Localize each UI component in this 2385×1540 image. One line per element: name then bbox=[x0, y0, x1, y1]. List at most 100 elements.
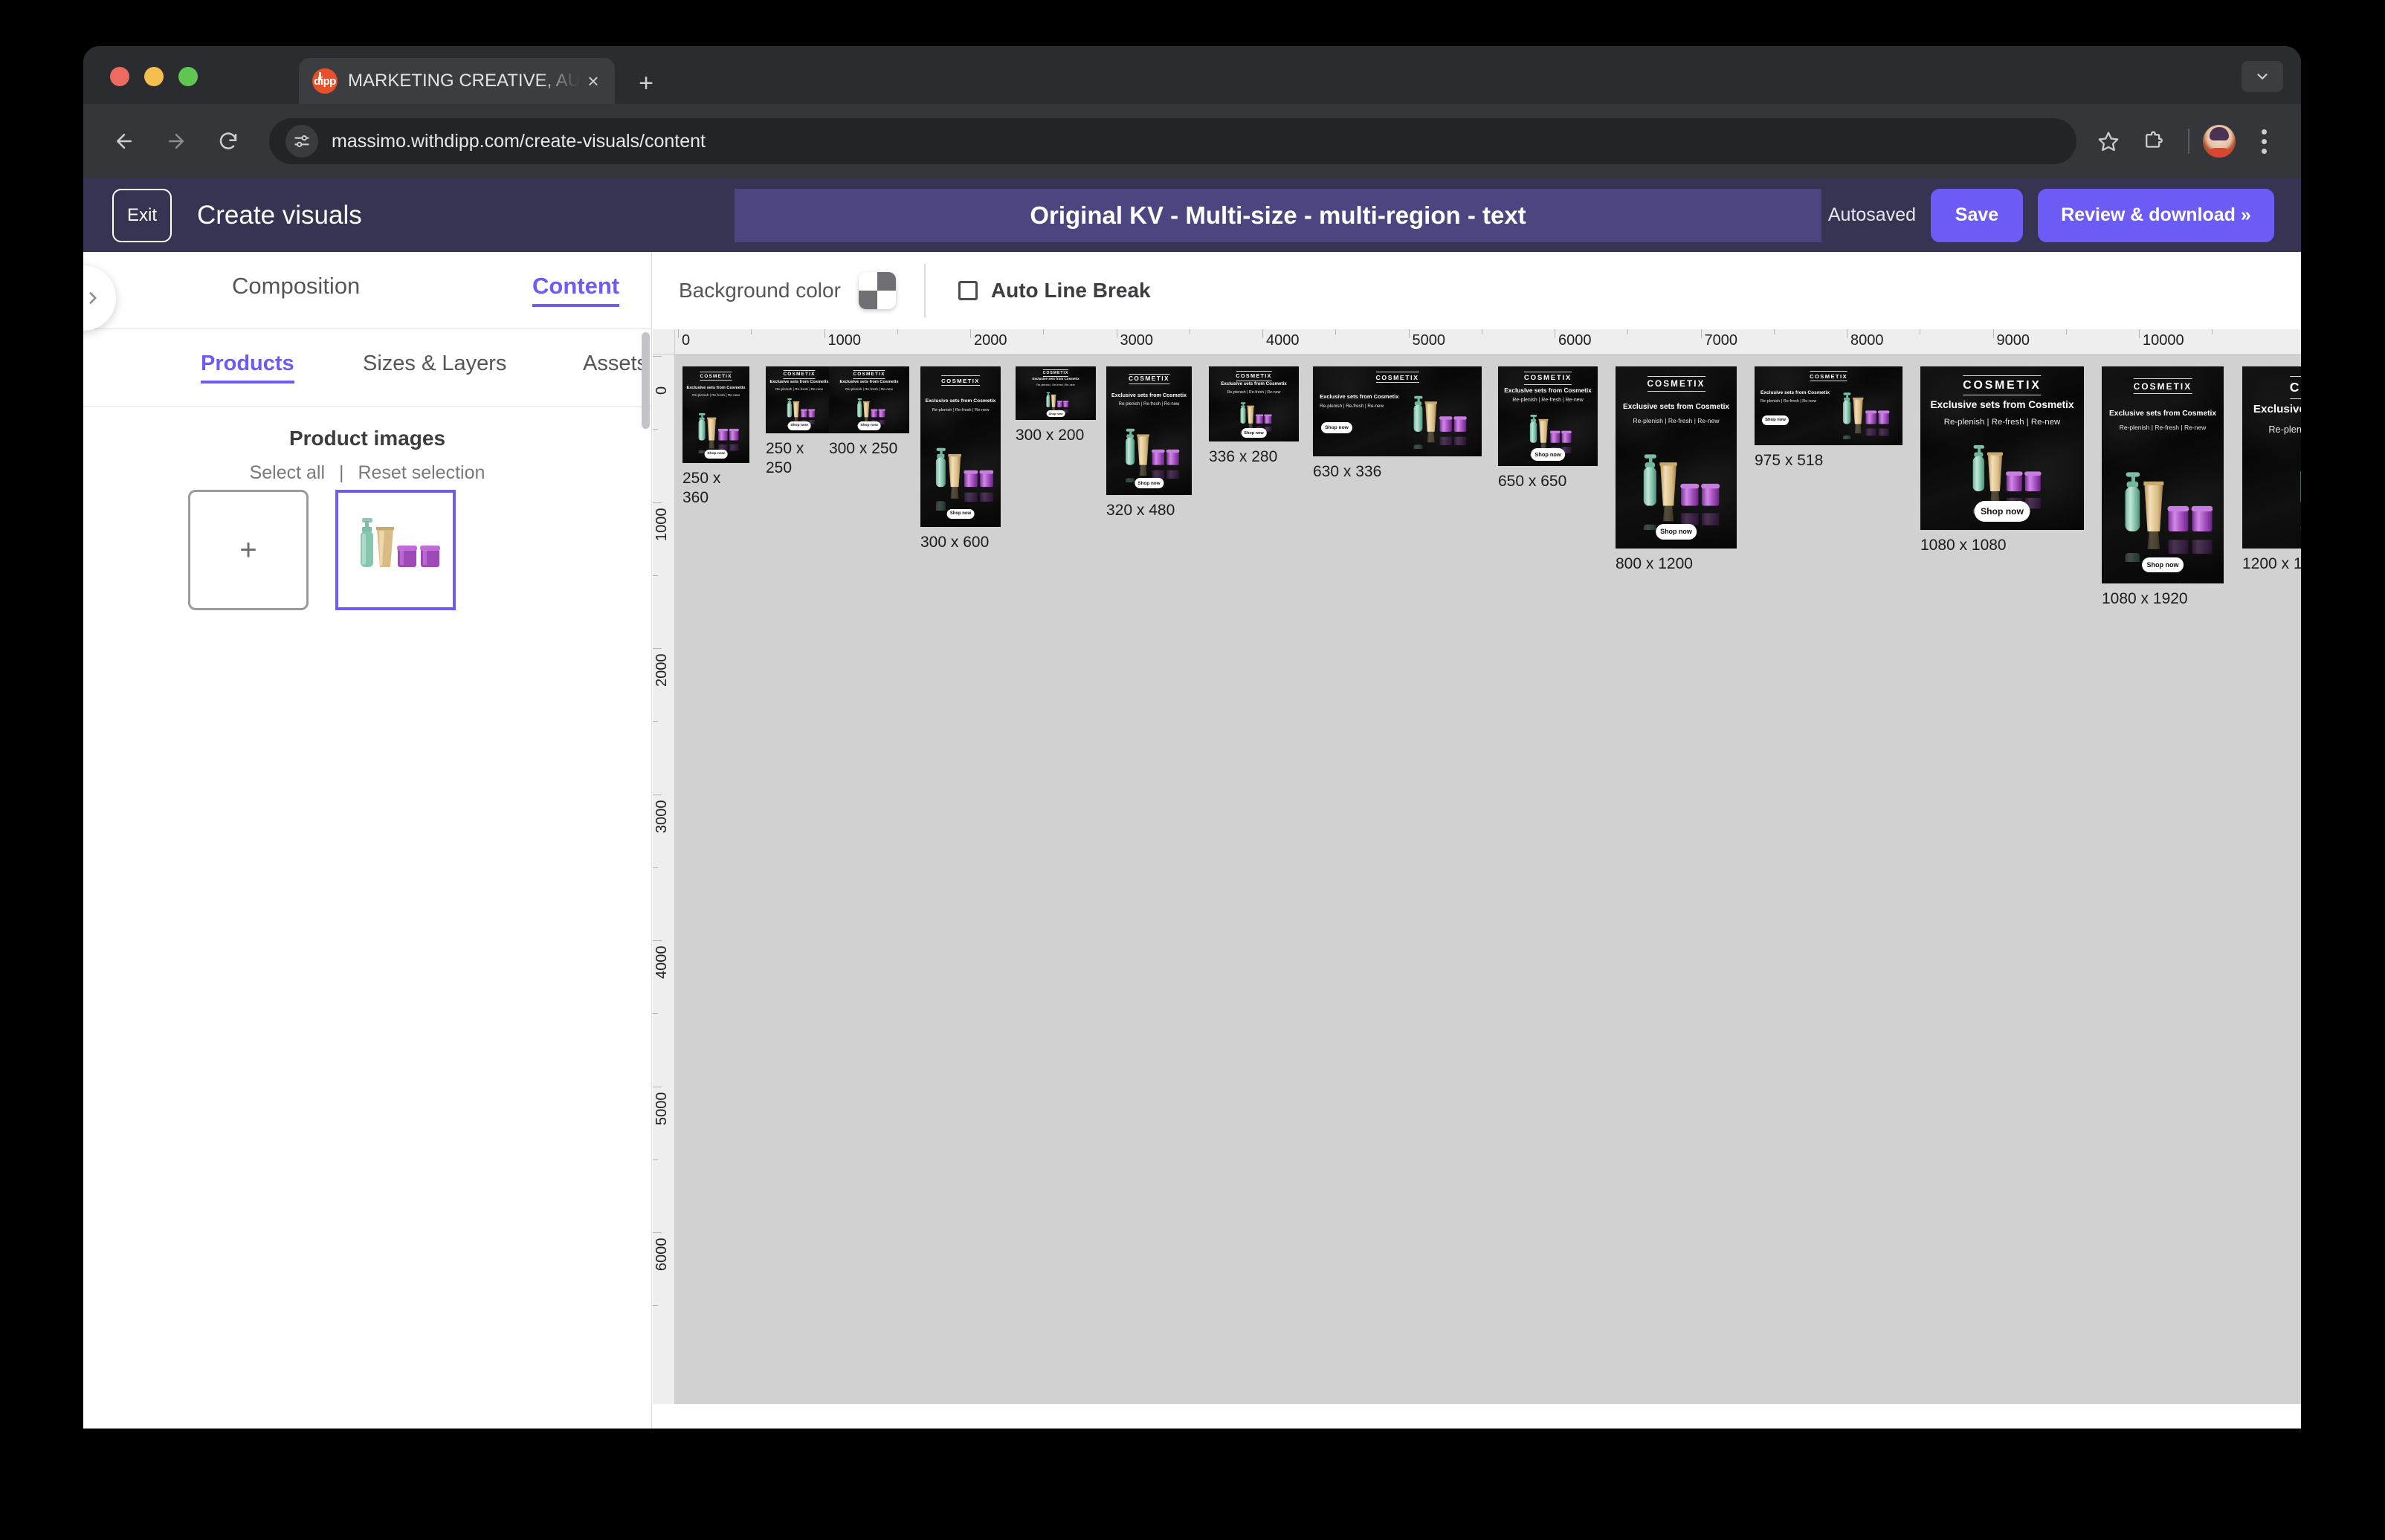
ad-subline: Re-plenish | Re-fresh | Re-new bbox=[692, 393, 740, 398]
artboard[interactable]: COSMETIXExclusive sets from CosmetixRe-p… bbox=[2102, 366, 2224, 607]
artboard[interactable]: COSMETIXExclusive sets from CosmetixRe-p… bbox=[1016, 366, 1096, 444]
add-product-image-button[interactable]: + bbox=[188, 490, 309, 610]
artboard[interactable]: COSMETIXExclusive sets from CosmetixRe-p… bbox=[920, 366, 1001, 551]
artboard[interactable]: COSMETIXExclusive sets from CosmetixRe-p… bbox=[1920, 366, 2084, 554]
product-thumbnail-list: + bbox=[188, 490, 456, 610]
ad-headline: Exclusive sets from Cosmetix bbox=[839, 380, 899, 384]
product-thumbnail-selected[interactable] bbox=[335, 490, 456, 610]
close-window-button[interactable] bbox=[110, 67, 129, 86]
artboard[interactable]: COSMETIXExclusive sets from CosmetixRe-p… bbox=[1498, 366, 1598, 490]
artboard-preview[interactable]: COSMETIXExclusive sets from CosmetixRe-p… bbox=[2242, 366, 2301, 549]
canvas-viewport[interactable]: COSMETIX Exclusive sets from Cosmetix Re-p… bbox=[675, 355, 2301, 1429]
artboard[interactable]: COSMETIXExclusive sets from CosmetixRe-p… bbox=[682, 366, 749, 506]
review-download-button[interactable]: Review & download » bbox=[2038, 188, 2274, 242]
auto-line-break-control[interactable]: Auto Line Break bbox=[958, 279, 1151, 302]
cosmetics-product-icon bbox=[361, 518, 440, 567]
ad-logo: COSMETIX bbox=[1963, 375, 2042, 396]
ad-cta-button[interactable]: Shop now bbox=[1974, 501, 2030, 522]
ad-subline: Re-plenish | Re-fresh | Re-new bbox=[1760, 398, 1817, 404]
artboard[interactable]: COSMETIXExclusive sets from CosmetixRe-p… bbox=[829, 366, 909, 457]
subtab-assets[interactable]: Assets bbox=[583, 352, 648, 376]
cosmetics-product-image bbox=[1126, 428, 1180, 493]
artboard[interactable]: COSMETIXExclusive sets from CosmetixRe-p… bbox=[1616, 366, 1737, 572]
reset-selection-link[interactable]: Reset selection bbox=[358, 462, 485, 483]
kv-title-banner[interactable]: Original KV - Multi-size - multi-region … bbox=[735, 189, 1821, 242]
artboard-size-label: 250 x 360 bbox=[682, 470, 721, 507]
ad-cta-button[interactable]: Shop now bbox=[1321, 422, 1352, 434]
toolbar-divider bbox=[2188, 129, 2189, 154]
ad-product-image bbox=[2259, 450, 2301, 543]
artboard-size-label: 1080 x 1920 bbox=[2102, 590, 2188, 607]
kv-title-text: Original KV - Multi-size - multi-region … bbox=[1030, 201, 1526, 229]
artboard-preview[interactable]: COSMETIXExclusive sets from CosmetixRe-p… bbox=[920, 366, 1001, 527]
artboard-preview[interactable]: COSMETIXExclusive sets from CosmetixRe-p… bbox=[1755, 366, 1902, 445]
browser-tab[interactable]: dipp MARKETING CREATIVE, AUTO × bbox=[299, 58, 615, 104]
address-bar[interactable]: massimo.withdipp.com/create-visuals/cont… bbox=[269, 118, 2076, 164]
tab-list-chevron-down-icon[interactable] bbox=[2242, 61, 2283, 92]
artboard[interactable]: COSMETIXExclusive sets from CosmetixRe-p… bbox=[1755, 366, 1902, 469]
site-settings-icon[interactable] bbox=[285, 125, 318, 158]
ruler-tick-minor bbox=[2212, 329, 2213, 334]
ad-logo: COSMETIX bbox=[941, 375, 980, 386]
ruler-label: 10000 bbox=[2143, 332, 2184, 349]
artboard[interactable]: COSMETIXExclusive sets from CosmetixRe-p… bbox=[1313, 366, 1482, 480]
artboard[interactable]: COSMETIXExclusive sets from CosmetixRe-p… bbox=[1106, 366, 1192, 519]
save-button[interactable]: Save bbox=[1931, 188, 2023, 242]
artboard-preview[interactable]: COSMETIXExclusive sets from CosmetixRe-p… bbox=[1209, 366, 1299, 441]
artboard-preview[interactable]: COSMETIXExclusive sets from CosmetixRe-p… bbox=[2102, 366, 2224, 583]
ad-cta-button[interactable]: Shop now bbox=[1134, 477, 1164, 489]
artboard-preview[interactable]: COSMETIXExclusive sets from CosmetixRe-p… bbox=[1498, 366, 1598, 466]
artboard-preview[interactable]: COSMETIXExclusive sets from CosmetixRe-p… bbox=[1016, 366, 1096, 420]
ad-logo: COSMETIX bbox=[1042, 369, 1069, 378]
new-tab-button[interactable]: + bbox=[630, 67, 662, 100]
autosaved-status: Autosaved bbox=[1827, 204, 1916, 225]
ad-cta-button[interactable]: Shop now bbox=[857, 421, 881, 430]
ruler-label: 9000 bbox=[1996, 332, 2030, 349]
tab-content[interactable]: Content bbox=[532, 273, 620, 307]
ad-cta-button[interactable]: Shop now bbox=[1046, 410, 1065, 418]
artboard[interactable]: COSMETIXExclusive sets from CosmetixRe-p… bbox=[1209, 366, 1299, 465]
profile-avatar[interactable] bbox=[2203, 125, 2236, 158]
ad-cta-button[interactable]: Shop now bbox=[946, 508, 975, 520]
ad-cta-button[interactable]: Shop now bbox=[2142, 557, 2184, 573]
ad-cta-button[interactable]: Shop now bbox=[1531, 448, 1565, 462]
artboard-preview[interactable]: COSMETIXExclusive sets from CosmetixRe-p… bbox=[829, 366, 909, 433]
back-icon[interactable] bbox=[103, 120, 146, 163]
ad-cta-button[interactable]: Shop now bbox=[704, 450, 728, 459]
ad-cta-button[interactable]: Shop now bbox=[787, 421, 811, 430]
artboard-size-label: 1200 x 1200 bbox=[2242, 555, 2301, 572]
auto-line-break-checkbox[interactable] bbox=[958, 281, 978, 300]
canvas-toolbar: Background color Auto Line Break bbox=[653, 252, 2301, 329]
ad-headline: Exclusive sets from Cosmetix bbox=[1760, 389, 1830, 395]
artboard-preview[interactable]: COSMETIXExclusive sets from CosmetixRe-p… bbox=[766, 366, 833, 433]
forward-icon[interactable] bbox=[155, 120, 198, 163]
ad-cta-button[interactable]: Shop now bbox=[1655, 524, 1697, 540]
subtab-products[interactable]: Products bbox=[201, 352, 294, 384]
reload-icon[interactable] bbox=[207, 120, 250, 163]
exit-button[interactable]: Exit bbox=[112, 188, 172, 242]
sidebar-scrollbar[interactable] bbox=[642, 332, 650, 429]
browser-menu-icon[interactable] bbox=[2246, 122, 2282, 161]
ad-cta-button[interactable]: Shop now bbox=[1241, 428, 1267, 438]
ruler-tick bbox=[1992, 329, 1994, 338]
subtab-sizes-layers[interactable]: Sizes & Layers bbox=[363, 352, 506, 376]
artboard[interactable]: COSMETIXExclusive sets from CosmetixRe-p… bbox=[2242, 366, 2301, 572]
background-color-swatch[interactable] bbox=[858, 272, 896, 309]
ruler-tick bbox=[1408, 329, 1410, 338]
background-color-control[interactable]: Background color bbox=[679, 272, 896, 309]
browser-tab-title: MARKETING CREATIVE, AUTO bbox=[348, 71, 579, 91]
artboard-preview[interactable]: COSMETIXExclusive sets from CosmetixRe-p… bbox=[1106, 366, 1192, 495]
artboard-preview[interactable]: COSMETIXExclusive sets from CosmetixRe-p… bbox=[682, 366, 749, 463]
minimize-window-button[interactable] bbox=[144, 67, 164, 86]
maximize-window-button[interactable] bbox=[178, 67, 198, 86]
artboard-preview[interactable]: COSMETIXExclusive sets from CosmetixRe-p… bbox=[1616, 366, 1737, 549]
artboard-preview[interactable]: COSMETIXExclusive sets from CosmetixRe-p… bbox=[1920, 366, 2084, 530]
extensions-puzzle-icon[interactable] bbox=[2131, 123, 2175, 160]
ad-cta-button[interactable]: Shop now bbox=[1761, 415, 1789, 426]
artboard[interactable]: COSMETIXExclusive sets from CosmetixRe-p… bbox=[766, 366, 833, 476]
artboard-preview[interactable]: COSMETIXExclusive sets from CosmetixRe-p… bbox=[1313, 366, 1482, 456]
close-icon[interactable]: × bbox=[579, 67, 607, 95]
tab-composition[interactable]: Composition bbox=[232, 273, 360, 300]
select-all-link[interactable]: Select all bbox=[250, 462, 325, 483]
bookmark-star-icon[interactable] bbox=[2090, 123, 2127, 160]
